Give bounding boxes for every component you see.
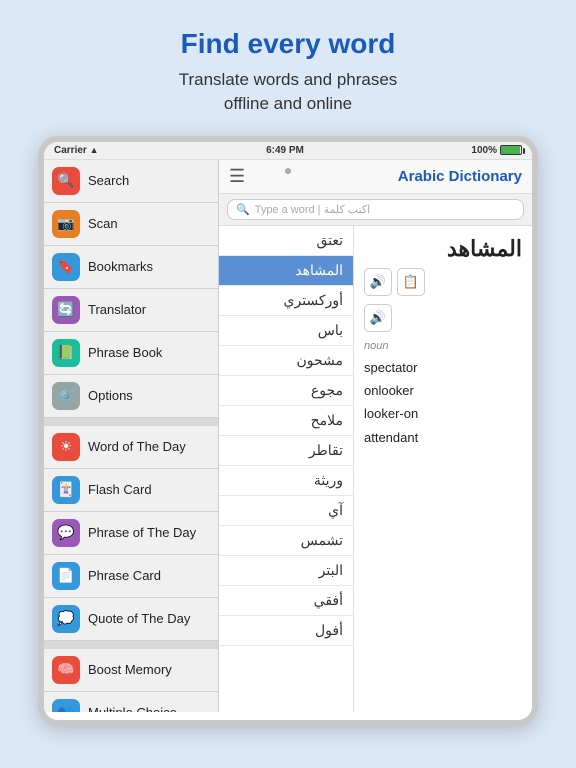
copy-icon[interactable]: 📋 <box>397 268 425 296</box>
sidebar-item-phrasebook[interactable]: 📗 Phrase Book <box>44 332 218 375</box>
phraseofday-icon: 💬 <box>52 519 80 547</box>
app-container: Find every word Translate words and phra… <box>0 0 576 726</box>
meaning-item: attendant <box>364 426 522 449</box>
multiplechoice-label: Multiple Choice <box>88 705 177 712</box>
scan-icon: 📷 <box>52 210 80 238</box>
battery-bar <box>500 145 522 155</box>
word-row[interactable]: وريثة <box>219 466 353 496</box>
sidebar-divider <box>44 641 218 649</box>
word-row[interactable]: آي <box>219 496 353 526</box>
sidebar-item-search[interactable]: 🔍 Search <box>44 160 218 203</box>
device-frame: Carrier ▲ 6:49 PM 100% 🔍 Search 📷 Scan 🔖 Book… <box>38 136 538 726</box>
status-bar: Carrier ▲ 6:49 PM 100% <box>44 142 532 160</box>
toolbar: ☰ Arabic Dictionary <box>219 160 532 194</box>
sidebar-item-flashcard[interactable]: 🃏 Flash Card <box>44 469 218 512</box>
word-row[interactable]: أوركستري <box>219 286 353 316</box>
phrasebook-label: Phrase Book <box>88 345 162 360</box>
word-row[interactable]: تقاطر <box>219 436 353 466</box>
quoteofday-label: Quote of The Day <box>88 611 190 626</box>
word-list-panel: تعتقالمشاهدأوركستريباسمشحونمجوعملامحتقاط… <box>219 226 354 712</box>
word-row[interactable]: تعتق <box>219 226 353 256</box>
flashcard-icon: 🃏 <box>52 476 80 504</box>
phrasecard-icon: 📄 <box>52 562 80 590</box>
flashcard-label: Flash Card <box>88 482 152 497</box>
sidebar-item-phraseofday[interactable]: 💬 Phrase of The Day <box>44 512 218 555</box>
search-bar: 🔍 Type a word | اكتب كلمة <box>219 194 532 226</box>
phraseofday-label: Phrase of The Day <box>88 525 196 540</box>
sidebar-item-multiplechoice[interactable]: 👥 Multiple Choice <box>44 692 218 712</box>
translator-label: Translator <box>88 302 146 317</box>
sidebar-item-wordofday[interactable]: ☀ Word of The Day <box>44 426 218 469</box>
translator-icon: 🔄 <box>52 296 80 324</box>
search-icon: 🔍 <box>236 203 250 216</box>
phrasecard-label: Phrase Card <box>88 568 161 583</box>
search-icon: 🔍 <box>52 167 80 195</box>
search-placeholder: Type a word | اكتب كلمة <box>255 203 371 216</box>
sidebar-item-translator[interactable]: 🔄 Translator <box>44 289 218 332</box>
meaning-item: spectator <box>364 356 522 379</box>
sidebar-item-boostmemory[interactable]: 🧠 Boost Memory <box>44 649 218 692</box>
definition-panel: المشاهد 🔊 📋 🔊 noun spectatoronlookerlook… <box>354 226 532 712</box>
def-icons: 🔊 📋 <box>364 268 522 296</box>
battery-fill <box>501 146 520 154</box>
camera-dot <box>285 168 291 174</box>
word-row[interactable]: مشحون <box>219 346 353 376</box>
bookmarks-icon: 🔖 <box>52 253 80 281</box>
status-battery: 100% <box>471 145 522 156</box>
wifi-icon: ▲ <box>90 145 99 155</box>
definition-pos: noun <box>364 340 522 352</box>
scan-label: Scan <box>88 216 118 231</box>
word-row[interactable]: باس <box>219 316 353 346</box>
speaker-icon[interactable]: 🔊 <box>364 268 392 296</box>
status-time: 6:49 PM <box>266 145 304 156</box>
quoteofday-icon: 💭 <box>52 605 80 633</box>
bookmarks-label: Bookmarks <box>88 259 153 274</box>
sidebar: 🔍 Search 📷 Scan 🔖 Bookmarks 🔄 Translator 📗 Phrase… <box>44 160 219 712</box>
phrasebook-icon: 📗 <box>52 339 80 367</box>
header-subtitle: Translate words and phrasesoffline and o… <box>20 68 556 116</box>
definition-meanings: spectatoronlookerlooker-onattendant <box>364 356 522 450</box>
carrier-label: Carrier ▲ <box>54 145 99 156</box>
boostmemory-label: Boost Memory <box>88 662 172 677</box>
sidebar-item-options[interactable]: ⚙️ Options <box>44 375 218 418</box>
search-input-wrapper[interactable]: 🔍 Type a word | اكتب كلمة <box>227 199 524 220</box>
sidebar-item-scan[interactable]: 📷 Scan <box>44 203 218 246</box>
menu-icon[interactable]: ☰ <box>229 166 245 187</box>
header-title: Find every word <box>20 28 556 60</box>
toolbar-title: Arabic Dictionary <box>398 168 522 185</box>
app-content: 🔍 Search 📷 Scan 🔖 Bookmarks 🔄 Translator 📗 Phrase… <box>44 160 532 712</box>
word-row[interactable]: ملامح <box>219 406 353 436</box>
sidebar-item-phrasecard[interactable]: 📄 Phrase Card <box>44 555 218 598</box>
meaning-item: looker-on <box>364 402 522 425</box>
sidebar-item-quoteofday[interactable]: 💭 Quote of The Day <box>44 598 218 641</box>
word-row[interactable]: البتر <box>219 556 353 586</box>
boostmemory-icon: 🧠 <box>52 656 80 684</box>
wordofday-icon: ☀ <box>52 433 80 461</box>
meaning-item: onlooker <box>364 379 522 402</box>
def-speaker-2[interactable]: 🔊 <box>364 304 392 332</box>
right-panel: ☰ Arabic Dictionary 🔍 Type a word | اكتب… <box>219 160 532 712</box>
multiplechoice-icon: 👥 <box>52 699 80 712</box>
wordofday-label: Word of The Day <box>88 439 186 454</box>
definition-word: المشاهد <box>364 236 522 262</box>
search-label: Search <box>88 173 129 188</box>
main-area: تعتقالمشاهدأوركستريباسمشحونمجوعملامحتقاط… <box>219 226 532 712</box>
header-section: Find every word Translate words and phra… <box>0 0 576 136</box>
options-icon: ⚙️ <box>52 382 80 410</box>
word-row[interactable]: أفقي <box>219 586 353 616</box>
sidebar-divider <box>44 418 218 426</box>
options-label: Options <box>88 388 133 403</box>
sidebar-item-bookmarks[interactable]: 🔖 Bookmarks <box>44 246 218 289</box>
word-row[interactable]: مجوع <box>219 376 353 406</box>
word-row[interactable]: المشاهد <box>219 256 353 286</box>
word-row[interactable]: تشمس <box>219 526 353 556</box>
word-row[interactable]: أفول <box>219 616 353 646</box>
